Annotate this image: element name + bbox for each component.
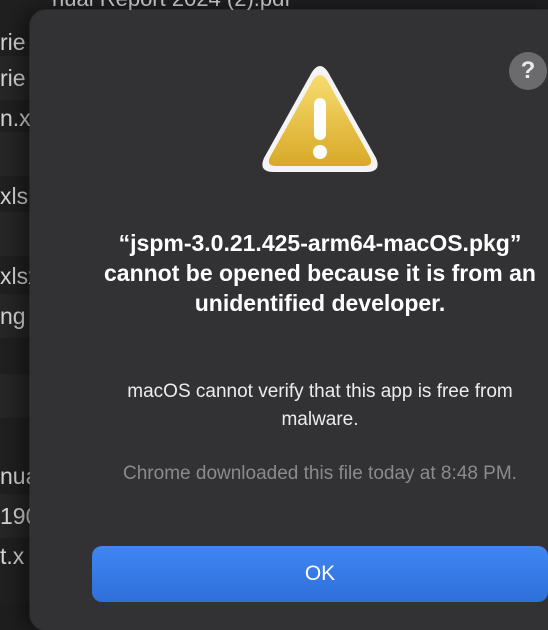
alert-message: macOS cannot verify that this app is fre… xyxy=(127,381,513,430)
help-button[interactable]: ? xyxy=(509,52,547,90)
warning-icon xyxy=(262,66,378,172)
download-info: Chrome downloaded this file today at 8:4… xyxy=(123,463,517,484)
ok-button[interactable]: OK xyxy=(92,546,548,602)
unidentified-developer-alert: ? “jspm-3.0.21.425-arm64-macOS.pkg” cann… xyxy=(30,10,548,630)
alert-title: “jspm-3.0.21.425-arm64-macOS.pkg” cannot… xyxy=(104,230,536,316)
